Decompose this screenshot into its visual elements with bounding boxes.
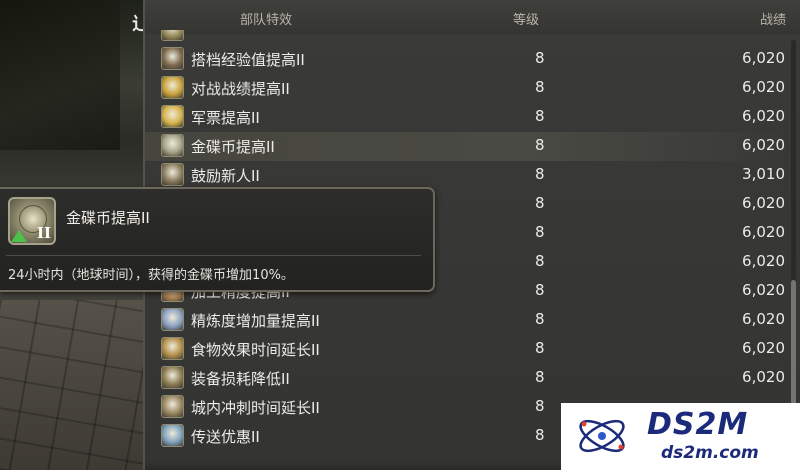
effect-name: 金碟币提高II (191, 138, 275, 156)
effect-name: 精炼度增加量提高II (191, 312, 320, 330)
watermark-domain: ds2m.com (661, 443, 759, 463)
column-header-effect[interactable]: 部队特效 (240, 9, 292, 28)
effect-score: 6,020 (742, 339, 785, 357)
effect-rank: 8 (535, 194, 545, 212)
column-header-score[interactable]: 战绩 (760, 9, 786, 28)
effect-row[interactable]: 军票提高II 8 6,020 (145, 103, 785, 132)
effect-row[interactable]: 制作经验值提高II86,020 (145, 30, 785, 45)
mgp-coin-icon: II (8, 197, 56, 245)
effect-rank: 8 (535, 310, 545, 328)
teleport-icon (161, 424, 184, 447)
effect-rank: 8 (535, 107, 545, 125)
effect-row[interactable]: 精炼度增加量提高II 8 6,020 (145, 306, 785, 335)
effect-name: 传送优惠II (191, 428, 260, 446)
effect-name: 搭档经验值提高II (191, 51, 305, 69)
effect-rank: 8 (535, 281, 545, 299)
effect-row[interactable]: 搭档经验值提高II 8 6,020 (145, 45, 785, 74)
tooltip-divider (6, 255, 421, 256)
effect-rank: 8 (535, 252, 545, 270)
list-scrollbar[interactable] (791, 40, 796, 460)
effect-row[interactable]: 装备损耗降低II 8 6,020 (145, 364, 785, 393)
pvp-score-icon (161, 76, 184, 99)
atom-logo-icon (579, 419, 625, 453)
effect-score: 6,020 (742, 281, 785, 299)
effect-name: 装备损耗降低II (191, 370, 290, 388)
effect-name: 城内冲刺时间延长II (191, 399, 320, 417)
watermark-brand: DS2M (647, 407, 749, 442)
effect-rank: 8 (535, 397, 545, 415)
sprint-icon (161, 395, 184, 418)
effect-rank: 8 (535, 49, 545, 67)
food-duration-icon (161, 337, 184, 360)
effect-rank: 8 (535, 426, 545, 444)
newbie-icon (161, 163, 184, 186)
background-stone-floor (0, 300, 150, 470)
effect-score: 6,020 (742, 223, 785, 241)
effect-name: 军票提高II (191, 109, 260, 127)
effect-rank: 8 (535, 136, 545, 154)
effect-score: 6,020 (742, 252, 785, 270)
effect-row[interactable]: 对战战绩提高II 8 6,020 (145, 74, 785, 103)
watermark: DS2M ds2m.com (561, 403, 800, 470)
tooltip-description: 24小时内（地球时间），获得的金碟币增加10%。 (8, 268, 294, 283)
effect-row[interactable]: 鼓励新人II 8 3,010 (145, 161, 785, 190)
effect-name: 食物效果时间延长II (191, 341, 320, 359)
up-arrow-icon (11, 230, 27, 242)
effect-rank: 8 (535, 339, 545, 357)
effect-row[interactable]: 食物效果时间延长II 8 6,020 (145, 335, 785, 364)
effect-score: 6,020 (742, 107, 785, 125)
effect-score: 6,020 (742, 194, 785, 212)
partner-exp-icon (161, 47, 184, 70)
effect-rank: 8 (535, 78, 545, 96)
list-header: 部队特效 等级 战绩 (145, 0, 800, 34)
effect-score: 6,020 (742, 310, 785, 328)
tooltip-title: 金碟币提高II (66, 209, 150, 227)
effect-score: 6,020 (742, 49, 785, 67)
effect-tooltip: II 金碟币提高II 24小时内（地球时间），获得的金碟币增加10%。 (0, 187, 435, 292)
durability-icon (161, 366, 184, 389)
background-wall (0, 0, 120, 150)
effect-score: 3,010 (742, 165, 785, 183)
effect-rank: 8 (535, 368, 545, 386)
effect-row[interactable]: 金碟币提高II 8 6,020 (145, 132, 785, 161)
effect-score: 6,020 (742, 136, 785, 154)
company-seal-icon (161, 105, 184, 128)
effect-name: 对战战绩提高II (191, 80, 290, 98)
effect-rank: 8 (535, 223, 545, 241)
effect-name: 鼓励新人II (191, 167, 260, 185)
effect-score: 6,020 (742, 78, 785, 96)
spiritbond-icon (161, 308, 184, 331)
crafting-exp-icon (161, 30, 184, 41)
column-header-rank[interactable]: 等级 (513, 9, 539, 28)
tooltip-icon-grade: II (36, 224, 51, 242)
effect-rank: 8 (535, 165, 545, 183)
mgp-coin-icon (161, 134, 184, 157)
effect-score: 6,020 (742, 368, 785, 386)
